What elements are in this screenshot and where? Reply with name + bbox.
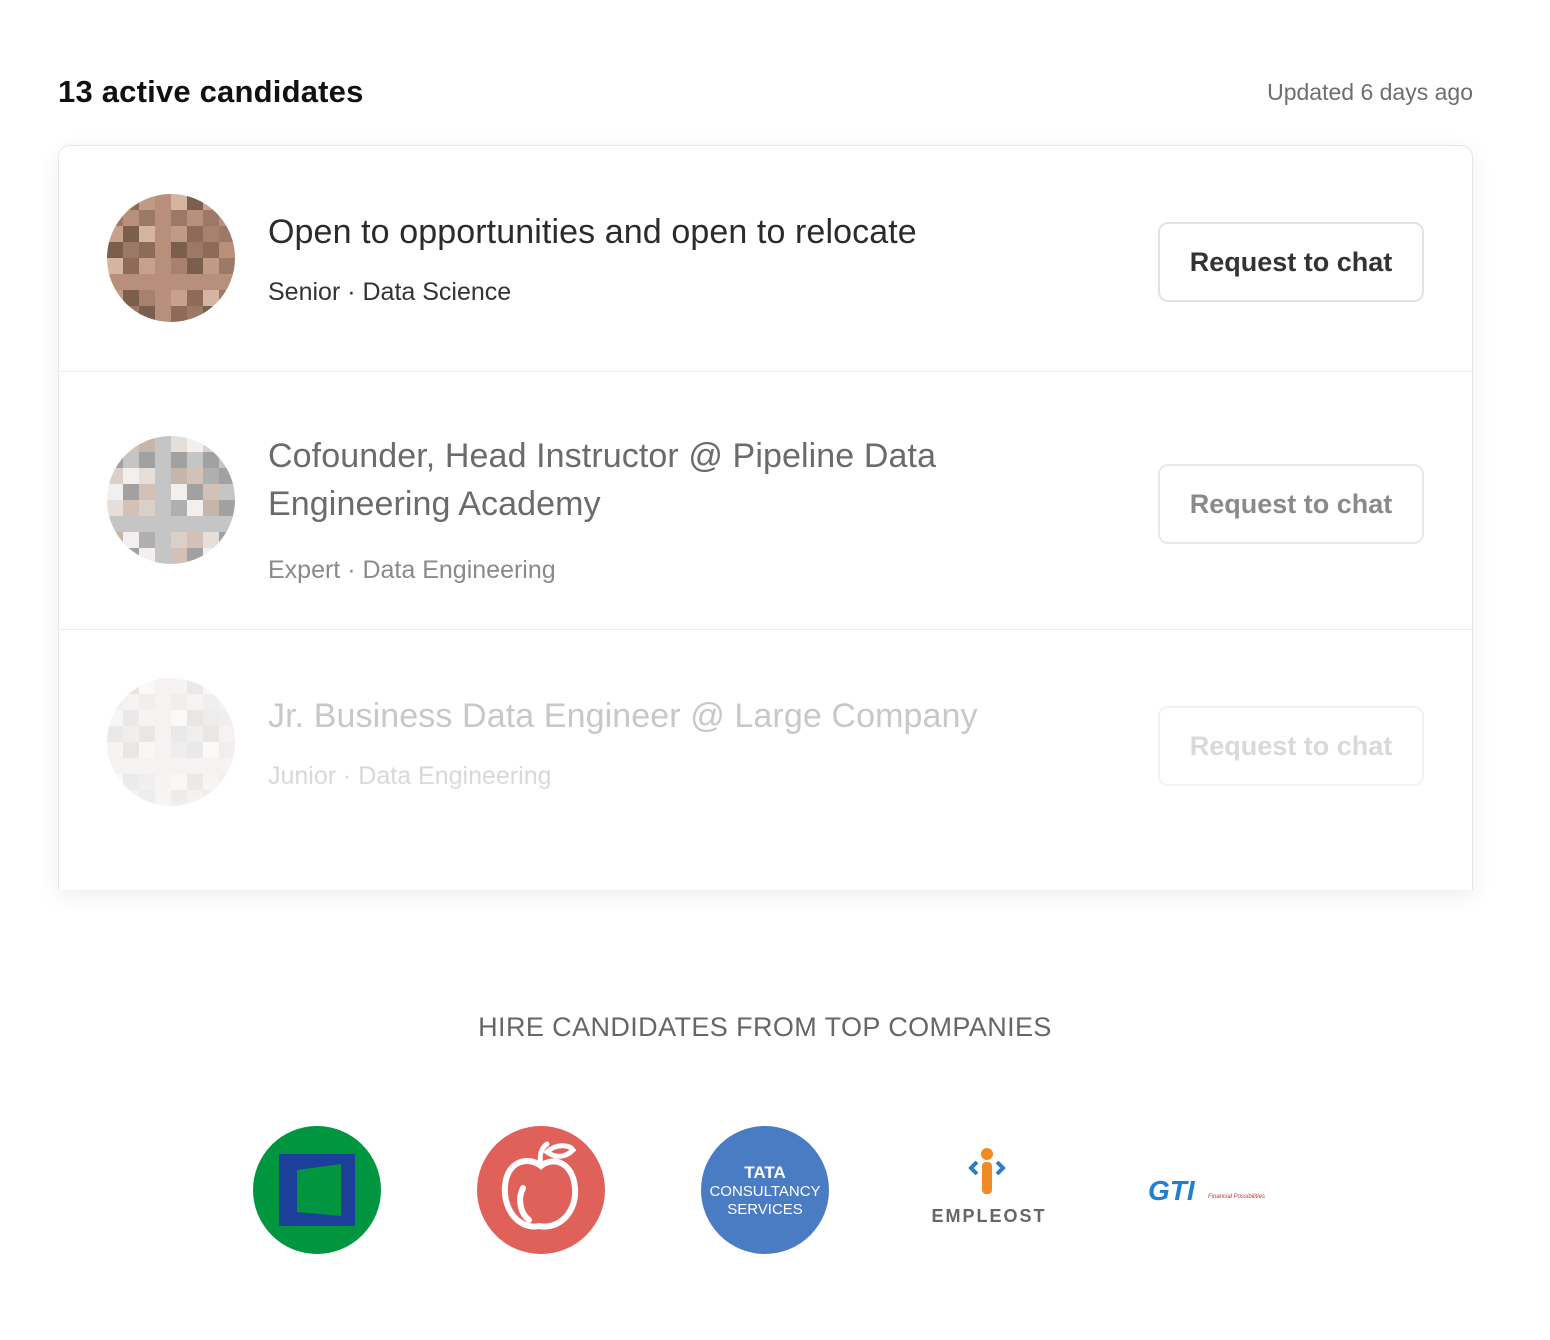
tcs-logo-line-3: SERVICES — [727, 1201, 803, 1218]
candidate-row[interactable]: Cofounder, Head Instructor @ Pipeline Da… — [59, 372, 1472, 630]
tcs-logo-line-1: TATA — [744, 1163, 786, 1182]
request-to-chat-button[interactable]: Request to chat — [1158, 464, 1424, 544]
candidate-meta: Expert · Data Engineering — [268, 556, 556, 584]
candidate-headline: Open to opportunities and open to reloca… — [268, 213, 917, 251]
hire-companies-heading: HIRE CANDIDATES FROM TOP COMPANIES — [478, 1012, 1052, 1042]
candidates-card: Open to opportunities and open to reloca… — [58, 145, 1473, 890]
candidate-headline: Cofounder, Head Instructor @ Pipeline Da… — [268, 437, 937, 523]
candidate-info: Cofounder, Head Instructor @ Pipeline Da… — [268, 432, 1028, 585]
request-to-chat-button[interactable]: Request to chat — [1158, 706, 1424, 786]
apple-company-logo — [477, 1126, 605, 1254]
green-square-company-logo — [253, 1126, 381, 1254]
updated-timestamp: Updated 6 days ago — [1267, 78, 1473, 105]
empleost-logo: EMPLEOST — [925, 1126, 1053, 1254]
candidate-avatar — [107, 436, 235, 564]
gti-logo-text: GTI — [1148, 1175, 1196, 1206]
candidate-avatar — [107, 678, 235, 806]
tcs-logo-line-2: CONSULTANCY — [709, 1183, 820, 1200]
candidate-headline: Jr. Business Data Engineer @ Large Compa… — [268, 697, 978, 735]
candidate-info: Jr. Business Data Engineer @ Large Compa… — [268, 692, 1028, 791]
gti-logo: GTI Financial Possibilities — [1148, 1126, 1283, 1254]
candidate-row[interactable]: Jr. Business Data Engineer @ Large Compa… — [59, 630, 1472, 890]
candidate-row[interactable]: Open to opportunities and open to reloca… — [59, 146, 1472, 372]
candidate-meta: Junior · Data Engineering — [268, 762, 552, 790]
request-to-chat-button[interactable]: Request to chat — [1158, 222, 1424, 302]
gti-logo-tagline: Financial Possibilities — [1208, 1194, 1265, 1200]
candidate-avatar — [107, 194, 235, 322]
candidates-header: 13 active candidates Updated 6 days ago — [58, 70, 1473, 114]
candidate-info: Open to opportunities and open to reloca… — [268, 208, 1028, 307]
tcs-logo: TATA CONSULTANCY SERVICES — [701, 1126, 829, 1254]
candidate-meta: Senior · Data Science — [268, 278, 512, 306]
empleost-logo-text: EMPLEOST — [931, 1206, 1046, 1226]
candidates-count-title: 13 active candidates — [58, 74, 364, 109]
